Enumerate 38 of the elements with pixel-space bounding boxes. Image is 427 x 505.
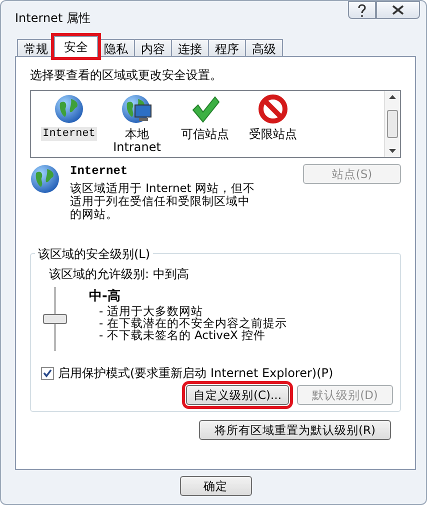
no-entry-icon: [258, 94, 288, 124]
up-arrow-icon: [389, 95, 396, 99]
scrollbar[interactable]: [384, 91, 400, 157]
tab[interactable]: 连接: [171, 39, 209, 57]
allowed-level-text: 该区域的允许级别: 中到高: [49, 266, 190, 283]
zone-item[interactable]: 受限站点: [247, 127, 299, 142]
zone-item[interactable]: Internet: [40, 127, 98, 142]
zone-name: Internet: [70, 164, 129, 178]
globe-icon: [54, 94, 84, 124]
globe-icon: [30, 164, 60, 194]
globe-computer-icon: [121, 94, 153, 124]
close-button[interactable]: [376, 1, 420, 19]
reset-all-zones-button[interactable]: 将所有区域重置为默认级别(R): [199, 420, 391, 440]
zone-item[interactable]: 本地 Intranet: [111, 127, 163, 156]
checkbox-label: 启用保护模式(要求重新启动 Internet Explorer)(P): [58, 365, 334, 382]
close-icon: [392, 5, 404, 15]
level-description: - 适用于大多数网站: [99, 305, 203, 317]
tab[interactable]: 安全: [54, 36, 98, 57]
tab[interactable]: 内容: [134, 39, 172, 57]
zone-description: 该区域适用于 Internet 网站，但不适用于列在受信任和受限制区域中的网站。: [70, 182, 255, 221]
security-slider[interactable]: [41, 287, 69, 351]
down-arrow-icon: [389, 149, 396, 153]
instruction-text: 选择要查看的区域或更改安全设置。: [30, 67, 223, 84]
zone-item[interactable]: 可信站点: [179, 127, 231, 142]
check-mark-icon: [43, 369, 52, 378]
level-description: - 在下载潜在的不安全内容之前提示: [99, 317, 287, 329]
level-description: - 不下载未签名的 ActiveX 控件: [99, 329, 266, 341]
tab[interactable]: 程序: [208, 39, 246, 57]
group-label: 该区域的安全级别(L): [35, 246, 154, 263]
ok-button[interactable]: 确定: [180, 476, 252, 496]
check-mark-icon: [190, 94, 220, 124]
tab[interactable]: 高级: [245, 39, 283, 57]
slider-thumb[interactable]: [43, 314, 67, 324]
level-name: 中-高: [89, 288, 122, 305]
window-title: Internet 属性: [15, 10, 90, 27]
protected-mode-checkbox[interactable]: [41, 367, 54, 380]
question-mark-icon: [357, 4, 367, 16]
help-button[interactable]: [348, 1, 376, 19]
